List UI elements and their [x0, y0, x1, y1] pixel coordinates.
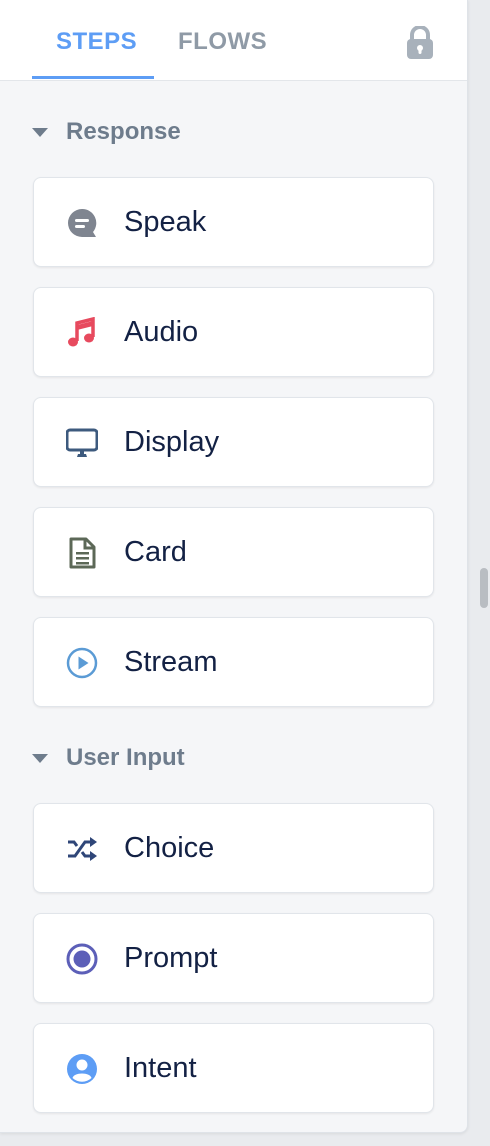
step-label: Intent [124, 1052, 197, 1084]
steps-panel: STEPS FLOWS Response Speak Audio Display… [0, 0, 468, 1133]
lock-icon[interactable] [406, 26, 434, 60]
section-header-response[interactable]: Response [32, 118, 181, 146]
tab-steps[interactable]: STEPS [56, 28, 137, 56]
section-title: User Input [66, 744, 185, 771]
monitor-icon [66, 428, 98, 457]
step-speak[interactable]: Speak [33, 177, 434, 267]
section-title: Response [66, 118, 181, 145]
step-label: Stream [124, 646, 218, 678]
step-choice[interactable]: Choice [33, 803, 434, 893]
step-intent[interactable]: Intent [33, 1023, 434, 1113]
play-circle-icon [66, 647, 98, 679]
step-label: Speak [124, 206, 207, 238]
speech-bubble-icon [68, 208, 97, 237]
scrollbar-thumb[interactable] [480, 568, 488, 608]
shuffle-icon [68, 837, 97, 861]
step-label: Audio [124, 316, 199, 348]
step-label: Card [124, 536, 187, 568]
step-label: Prompt [124, 942, 218, 974]
user-circle-icon [67, 1054, 97, 1084]
step-stream[interactable]: Stream [33, 617, 434, 707]
active-tab-indicator [32, 76, 154, 79]
step-prompt[interactable]: Prompt [33, 913, 434, 1003]
step-label: Display [124, 426, 220, 458]
tab-flows[interactable]: FLOWS [178, 28, 267, 56]
step-label: Choice [124, 832, 215, 864]
step-audio[interactable]: Audio [33, 287, 434, 377]
document-icon [69, 537, 96, 569]
caret-down-icon [32, 127, 48, 137]
step-display[interactable]: Display [33, 397, 434, 487]
music-note-icon [68, 317, 95, 347]
radio-dot-icon [66, 943, 98, 975]
step-card[interactable]: Card [33, 507, 434, 597]
section-header-user-input[interactable]: User Input [32, 744, 185, 772]
caret-down-icon [32, 753, 48, 763]
tab-bar: STEPS FLOWS [0, 0, 467, 81]
